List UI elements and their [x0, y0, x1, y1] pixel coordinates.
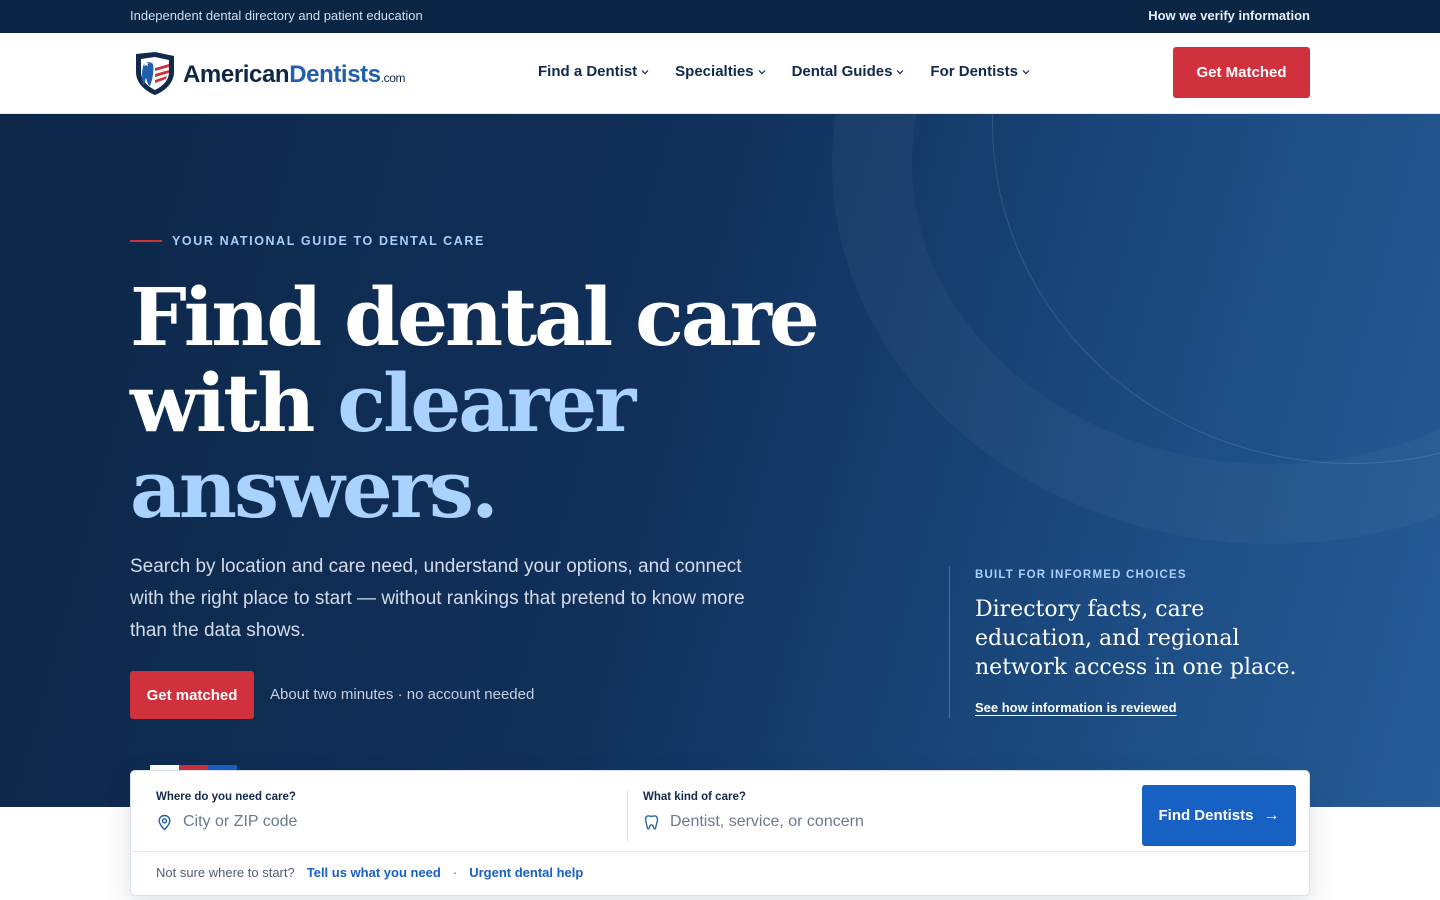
tooth-shield-logo-icon [136, 52, 174, 95]
chevron-down-icon [1022, 69, 1030, 74]
site-header: AmericanDentists.com Find a Dentist Spec… [0, 33, 1440, 114]
site-logo[interactable]: AmericanDentists.com [133, 50, 406, 96]
tooth-icon [644, 814, 659, 830]
review-process-link[interactable]: See how information is reviewed [975, 700, 1177, 715]
map-pin-icon [158, 814, 171, 830]
search-helper: Not sure where to start? Tell us what yo… [156, 865, 583, 880]
hero-eyebrow: YOUR NATIONAL GUIDE TO DENTAL CARE [130, 234, 485, 248]
info-kicker: BUILT FOR INFORMED CHOICES [975, 569, 1187, 581]
helper-separator: · [452, 865, 458, 880]
hero-subcopy: Search by location and care need, unders… [130, 556, 745, 641]
utility-bar: Independent dental directory and patient… [0, 0, 1440, 33]
eyebrow-rule [130, 240, 162, 242]
verify-info-link[interactable]: How we verify information [1148, 8, 1310, 23]
card-separator [131, 851, 1309, 852]
main-nav: Find a Dentist Specialties Dental Guides… [538, 63, 1056, 80]
chevron-down-icon [758, 69, 765, 74]
chevron-down-icon [896, 69, 904, 74]
cta-note: About two minutes · no account needed [270, 686, 535, 703]
helper-text: Not sure where to start? [156, 865, 295, 880]
tell-us-link[interactable]: Tell us what you need [307, 865, 441, 880]
urgent-help-link[interactable]: Urgent dental help [469, 865, 583, 880]
location-field: Where do you need care? [156, 791, 583, 831]
search-card: Where do you need care? What kind of car… [130, 770, 1310, 896]
logo-wordmark: AmericanDentists.com [183, 61, 406, 88]
get-matched-button[interactable]: Get matched [130, 671, 254, 719]
get-matched-header-button[interactable]: Get Matched [1173, 47, 1310, 98]
nav-find-a-dentist[interactable]: Find a Dentist [538, 63, 649, 80]
find-dentists-button[interactable]: Find Dentists → [1142, 785, 1296, 846]
eyebrow-text: YOUR NATIONAL GUIDE TO DENTAL CARE [172, 234, 485, 248]
care-field: What kind of care? [643, 791, 1070, 831]
nav-specialties[interactable]: Specialties [675, 63, 765, 80]
care-input[interactable] [670, 813, 1070, 831]
chevron-down-icon [641, 69, 649, 74]
arrow-right-icon: → [1263, 806, 1280, 824]
nav-dental-guides[interactable]: Dental Guides [792, 63, 905, 80]
utility-tagline: Independent dental directory and patient… [130, 8, 423, 23]
info-title: Directory facts, care education, and reg… [975, 597, 1297, 680]
location-label: Where do you need care? [156, 791, 296, 803]
info-panel: BUILT FOR INFORMED CHOICES Directory fac… [949, 566, 1309, 718]
field-divider [627, 791, 628, 841]
care-label: What kind of care? [643, 791, 746, 803]
nav-for-dentists[interactable]: For Dentists [930, 63, 1030, 80]
hero-section: YOUR NATIONAL GUIDE TO DENTAL CARE Find … [0, 114, 1440, 807]
location-input[interactable] [183, 813, 583, 831]
hero-headline: Find dental care with clearer answers. [130, 270, 820, 536]
find-dentists-label: Find Dentists [1158, 807, 1254, 824]
